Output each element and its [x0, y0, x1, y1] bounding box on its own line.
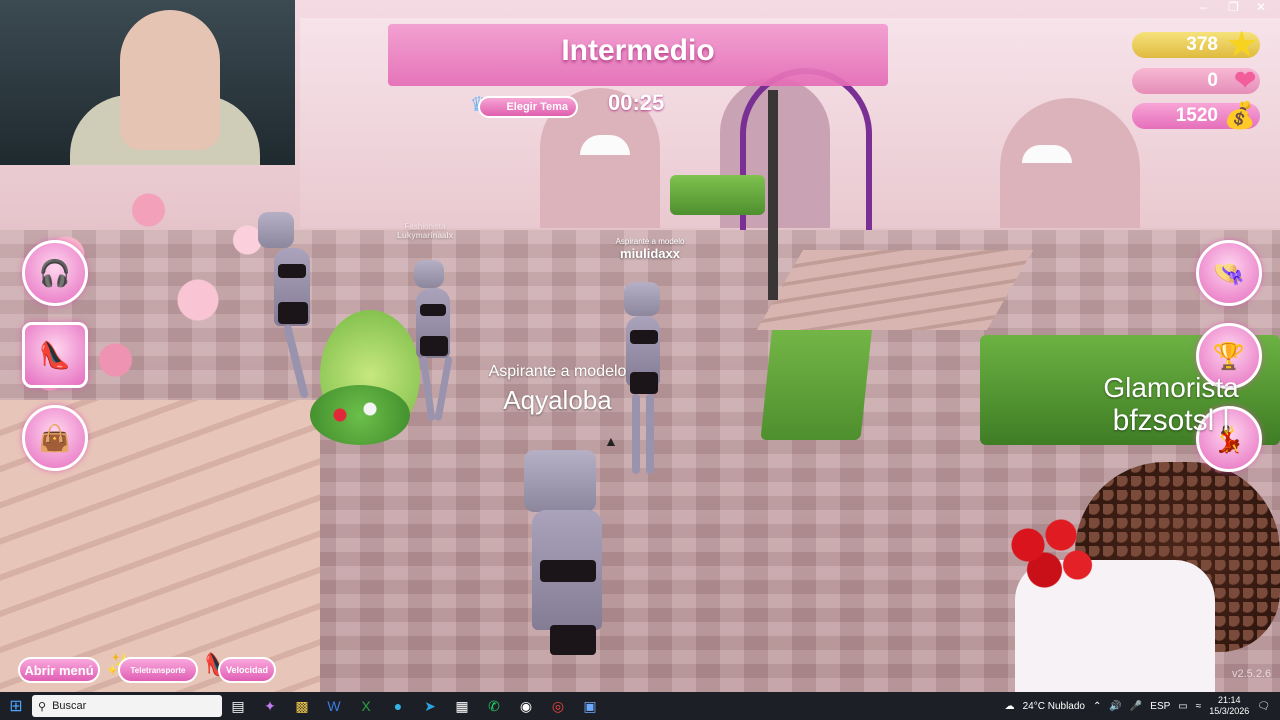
stars-value: 378 — [1186, 34, 1218, 55]
avatar-swimsuit — [550, 625, 596, 655]
npc-avatar[interactable] — [258, 212, 328, 402]
npc-name: miulidaxx — [620, 246, 680, 261]
obs-icon[interactable]: ◉ — [510, 692, 542, 720]
trophy-icon: 🏆 — [1212, 340, 1246, 371]
countdown-timer: 00:25 — [608, 90, 665, 115]
language-indicator[interactable]: ESP — [1150, 701, 1170, 712]
maximize-icon[interactable]: ❐ — [1228, 0, 1239, 14]
heart-icon: ❤ — [1234, 65, 1256, 95]
player-name: Aqyaloba — [503, 385, 612, 415]
avatar-swimsuit — [540, 560, 596, 582]
player-avatar[interactable] — [520, 450, 610, 692]
npc-nametag: Glamorista bfzsotsl l — [1066, 372, 1276, 438]
star-icon: ★ — [1227, 26, 1256, 62]
money-counter: 1520 💰 — [1132, 100, 1260, 130]
wardrobe-button[interactable]: 🎧 — [22, 240, 88, 306]
start-button[interactable]: ⊞ — [0, 692, 32, 720]
calculator-icon[interactable]: ▦ — [446, 692, 478, 720]
hearts-counter: 0 ❤ — [1132, 65, 1260, 95]
system-tray: ☁ 24°C Nublado ⌃ 🔊 🎤 ESP ▭ ≈ 21:14 15/3/… — [1005, 692, 1280, 720]
avatar-leg — [434, 355, 453, 422]
weather-text[interactable]: 24°C Nublado — [1023, 701, 1085, 712]
battery-icon[interactable]: ▭ — [1178, 701, 1187, 712]
hearts-value: 0 — [1207, 70, 1218, 91]
hat-button[interactable]: 👒 — [1196, 240, 1262, 306]
money-value: 1520 — [1175, 105, 1218, 126]
tray-chevron-icon[interactable]: ⌃ — [1093, 701, 1101, 712]
close-icon[interactable]: ✕ — [1256, 0, 1266, 14]
avatar-swimsuit — [278, 264, 306, 278]
search-icon: ⚲ — [38, 700, 47, 713]
minimize-icon[interactable]: – — [1200, 0, 1207, 14]
handbag-icon: 👜 — [38, 422, 72, 453]
excel-icon[interactable]: X — [350, 692, 382, 720]
open-menu-button[interactable]: Abrir menú — [18, 657, 100, 683]
npc-role: Fashionista — [404, 222, 446, 231]
avatar-head — [524, 450, 596, 512]
avatar-leg — [283, 324, 309, 399]
webcam-person-face — [120, 10, 220, 150]
avatar-head — [258, 212, 294, 248]
file-explorer-icon[interactable]: ▩ — [286, 692, 318, 720]
webcam-overlay — [0, 0, 295, 165]
money-bag-icon: 💰 — [1223, 100, 1256, 130]
telegram-icon[interactable]: ➤ — [414, 692, 446, 720]
avatar-swimsuit — [420, 336, 448, 356]
notifications-icon[interactable]: 🗨 — [1257, 701, 1270, 712]
rose-bouquet — [995, 505, 1105, 605]
npc-role: Aspirante a modelo — [615, 237, 685, 246]
player-role: Aspirante a modelo — [488, 363, 627, 380]
taskbar-search[interactable]: ⚲ Buscar — [32, 695, 222, 717]
edge-icon[interactable]: ● — [382, 692, 414, 720]
chrome-icon[interactable]: ◎ — [542, 692, 574, 720]
weather-icon: ☁ — [1004, 700, 1015, 712]
npc-name: bfzsotsl l — [1112, 404, 1230, 437]
npc-name: Lukymarinaalx — [396, 231, 454, 240]
avatar-swimsuit — [278, 302, 308, 324]
avatar-head — [414, 260, 444, 288]
choose-theme-button[interactable]: Elegir Tema — [478, 96, 578, 118]
word-icon[interactable]: W — [318, 692, 350, 720]
copilot-icon[interactable]: ✦ — [254, 692, 286, 720]
wardrobe-icon: 🎧 — [38, 257, 72, 288]
hat-icon: 👒 — [1212, 257, 1246, 288]
task-view-icon[interactable]: ▤ — [222, 692, 254, 720]
avatar-swimsuit — [420, 304, 446, 316]
umbrella — [1022, 145, 1072, 163]
round-title: Intermedio — [561, 34, 715, 67]
stars-counter: 378 ★ — [1132, 26, 1260, 62]
game-version: v2.5.2.6 — [1232, 668, 1272, 680]
steps — [756, 250, 1034, 330]
mic-icon[interactable]: 🎤 — [1130, 701, 1142, 712]
avatar-swimsuit — [630, 330, 658, 344]
mouse-cursor: ▲ — [604, 433, 618, 449]
speed-button[interactable]: Velocidad — [218, 657, 276, 683]
clock[interactable]: 21:14 15/3/2026 — [1209, 695, 1249, 717]
npc-nametag: Fashionista Lukymarinaalx — [380, 222, 470, 240]
whatsapp-icon[interactable]: ✆ — [478, 692, 510, 720]
bag-button[interactable]: 👜 — [22, 405, 88, 471]
wifi-icon[interactable]: ≈ — [1196, 701, 1202, 712]
street-lamp — [768, 90, 778, 300]
heels-icon: 👠 — [38, 339, 72, 370]
hedge — [670, 175, 765, 215]
avatar-head — [624, 282, 660, 316]
roblox-icon[interactable]: ▣ — [574, 692, 606, 720]
building-arch — [1000, 98, 1140, 228]
teleport-button[interactable]: Teletransporte — [118, 657, 198, 683]
clock-time: 21:14 — [1218, 695, 1241, 705]
npc-role: Glamorista — [1103, 372, 1239, 403]
windows-taskbar: ⊞ ⚲ Buscar ▤ ✦ ▩ W X ● ➤ ▦ ✆ ◉ ◎ ▣ ☁ 24°… — [0, 692, 1280, 720]
shoes-button[interactable]: 👠 — [22, 322, 88, 388]
volume-icon[interactable]: 🔊 — [1109, 701, 1121, 712]
player-nametag: Aspirante a modelo Aqyaloba — [455, 363, 660, 416]
clock-date: 15/3/2026 — [1209, 706, 1250, 716]
avatar-leg — [419, 355, 436, 422]
search-placeholder: Buscar — [52, 700, 87, 712]
npc-nametag: Aspirante a modelo miulidaxx — [590, 237, 710, 261]
